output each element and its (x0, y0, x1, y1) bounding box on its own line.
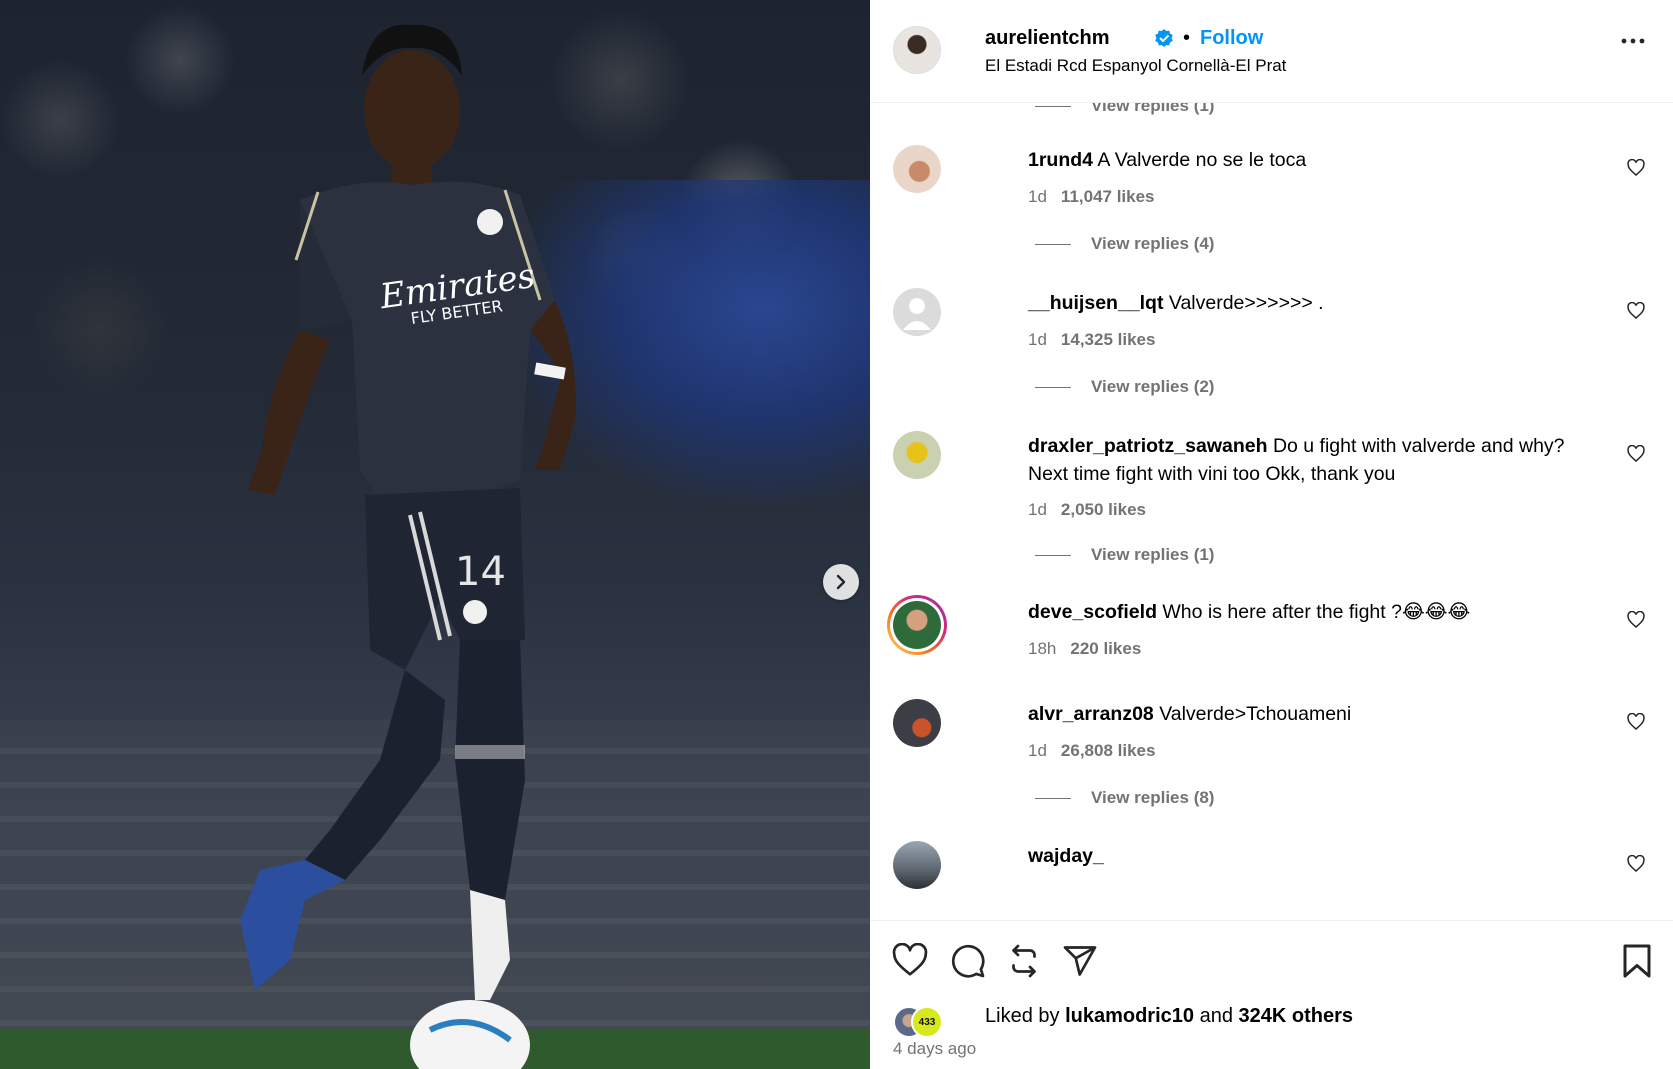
view-replies-link[interactable]: View replies (4) (1035, 234, 1214, 254)
heart-icon[interactable] (1627, 302, 1645, 319)
liked-by-and: and (1199, 1005, 1233, 1027)
next-image-button[interactable] (823, 564, 859, 600)
comment-username[interactable]: __huijsen__lqt (1028, 292, 1163, 314)
commenter-avatar[interactable] (893, 841, 941, 889)
replies-line (1035, 798, 1071, 800)
comment-time: 18h (1028, 639, 1057, 658)
comment-meta: 18h 220 likes (1028, 639, 1141, 659)
view-replies-label: View replies (1) (1091, 545, 1215, 564)
view-replies-link[interactable]: View replies (1) (1035, 545, 1214, 565)
svg-text:14: 14 (455, 549, 506, 595)
author-avatar[interactable] (893, 26, 941, 74)
comment-username[interactable]: alvr_arranz08 (1028, 703, 1154, 725)
heart-icon[interactable] (1627, 159, 1645, 176)
verified-icon (1155, 29, 1173, 47)
liked-by-user[interactable]: lukamodric10 (1065, 1005, 1194, 1027)
comment-likes[interactable]: 14,325 likes (1061, 330, 1156, 349)
commenter-avatar (893, 601, 941, 649)
view-replies-link[interactable]: View replies (8) (1035, 788, 1214, 808)
view-replies-label: View replies (8) (1091, 788, 1215, 807)
comment-likes[interactable]: 220 likes (1070, 639, 1141, 658)
comment-meta: 1d 11,047 likes (1028, 187, 1155, 207)
post-location[interactable]: El Estadi Rcd Espanyol Cornellà-El Prat (985, 56, 1286, 76)
comment-body: A Valverde no se le toca (1097, 149, 1307, 171)
replies-line (1035, 106, 1071, 108)
replies-line (1035, 387, 1071, 389)
default-user-icon (903, 298, 931, 330)
post-timestamp[interactable]: 4 days ago (893, 1039, 976, 1059)
commenter-avatar[interactable] (893, 699, 941, 747)
comment-body: Valverde>>>>>> . (1168, 292, 1324, 314)
liked-by-text: Liked by lukamodric10 and 324K others (985, 1005, 1353, 1028)
view-replies-link[interactable]: View replies (1) (1035, 103, 1214, 116)
commenter-avatar[interactable] (893, 431, 941, 479)
comment-icon[interactable] (950, 943, 986, 979)
heart-icon[interactable] (892, 943, 928, 977)
comment-text: alvr_arranz08 Valverde>Tchouameni (1028, 700, 1608, 728)
repost-icon[interactable] (1006, 943, 1042, 979)
liked-by-prefix: Liked by (985, 1005, 1060, 1027)
commenter-avatar[interactable] (893, 145, 941, 193)
comment-text: draxler_patriotz_sawaneh Do u fight with… (1028, 432, 1608, 488)
post-actions: 433 Liked by lukamodric10 and 324K other… (870, 920, 1673, 1069)
comment-likes[interactable]: 11,047 likes (1061, 187, 1155, 206)
follow-button[interactable]: Follow (1200, 27, 1263, 50)
comment-body: Valverde>Tchouameni (1159, 703, 1352, 725)
liker-avatar-433: 433 (911, 1006, 943, 1038)
player-figure: Emirates FLY BETTER 14 (240, 24, 576, 1069)
comment-body: Who is here after the fight ?😂😂😂 (1162, 601, 1471, 623)
comment-time: 1d (1028, 330, 1047, 349)
comment-meta: 1d 14,325 likes (1028, 330, 1155, 350)
heart-icon[interactable] (1627, 445, 1645, 462)
post-image[interactable]: Emirates FLY BETTER 14 (0, 0, 870, 1069)
bookmark-icon[interactable] (1622, 943, 1652, 979)
comment-meta: 1d 26,808 likes (1028, 741, 1155, 761)
comment-text: 1rund4 A Valverde no se le toca (1028, 146, 1608, 174)
story-ring[interactable] (887, 595, 947, 655)
heart-icon[interactable] (1627, 713, 1645, 730)
post-details-panel: aurelientchm • Follow El Estadi Rcd Espa… (870, 0, 1673, 1069)
post-header: aurelientchm • Follow El Estadi Rcd Espa… (870, 0, 1673, 103)
comments-list[interactable]: View replies (1) 1rund4 A Valverde no se… (870, 103, 1673, 920)
chevron-right-icon (836, 574, 846, 590)
comment-time: 1d (1028, 500, 1047, 519)
comment-likes[interactable]: 26,808 likes (1061, 741, 1156, 760)
author-username[interactable]: aurelientchm (985, 27, 1109, 50)
view-replies-label: View replies (1) (1091, 103, 1215, 115)
comment-username[interactable]: wajday_ (1028, 845, 1104, 867)
comment-username[interactable]: deve_scofield (1028, 601, 1157, 623)
view-replies-label: View replies (4) (1091, 234, 1215, 253)
replies-line (1035, 555, 1071, 557)
comment-time: 1d (1028, 187, 1047, 206)
comment-likes[interactable]: 2,050 likes (1061, 500, 1146, 519)
comment-username[interactable]: 1rund4 (1028, 149, 1093, 171)
liked-by-avatars[interactable]: 433 (893, 1005, 953, 1038)
comment-text: wajday_ (1028, 842, 1608, 870)
comment-text: __huijsen__lqt Valverde>>>>>> . (1028, 289, 1608, 317)
replies-line (1035, 244, 1071, 246)
story-ring-gap (890, 598, 944, 652)
share-icon[interactable] (1062, 943, 1098, 979)
comment-username[interactable]: draxler_patriotz_sawaneh (1028, 435, 1268, 457)
heart-icon[interactable] (1627, 855, 1645, 872)
view-replies-label: View replies (2) (1091, 377, 1215, 396)
separator-dot: • (1183, 27, 1191, 49)
more-icon[interactable] (1621, 38, 1645, 44)
heart-icon[interactable] (1627, 611, 1645, 628)
commenter-avatar[interactable] (893, 288, 941, 336)
comment-time: 1d (1028, 741, 1047, 760)
view-replies-link[interactable]: View replies (2) (1035, 377, 1214, 397)
comment-text: deve_scofield Who is here after the figh… (1028, 598, 1608, 626)
liked-by-others[interactable]: 324K others (1239, 1005, 1354, 1027)
comment-meta: 1d 2,050 likes (1028, 500, 1146, 520)
